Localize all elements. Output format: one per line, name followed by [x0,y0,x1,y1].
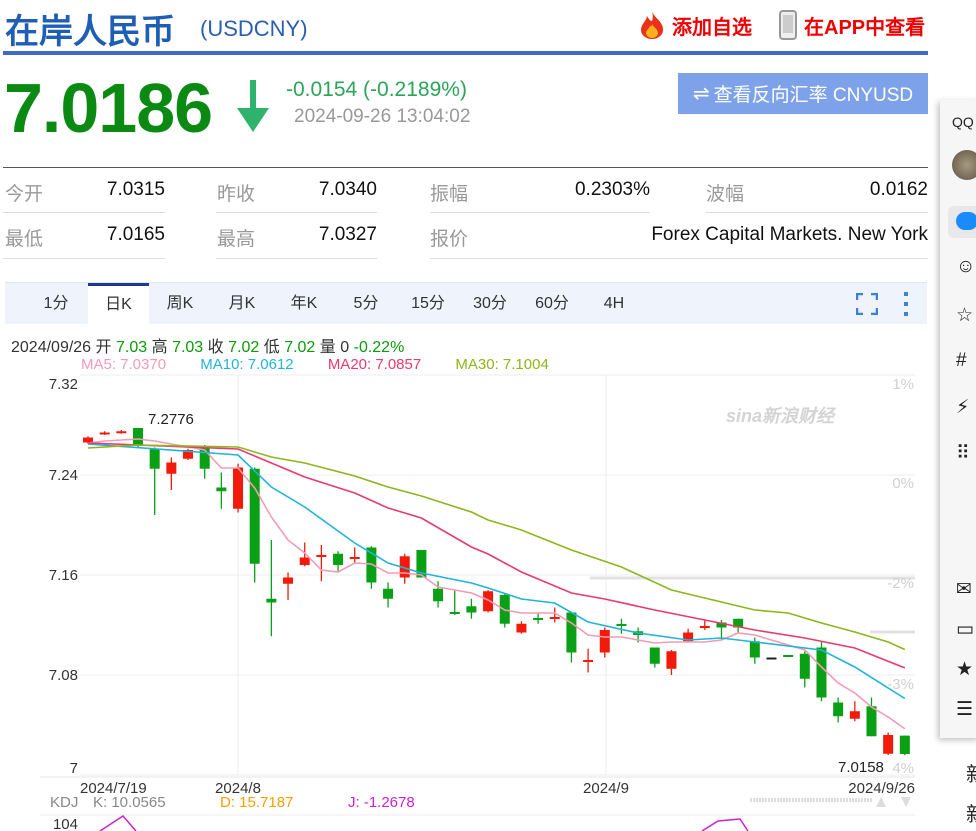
kline-chart[interactable]: sina新浪财经 7.32 7.24 7.16 7.08 7 1% 0% -2%… [0,0,930,831]
candle-body [699,626,710,628]
pct-tick: -2% [887,575,914,592]
candle-body [316,555,327,557]
candle-body [749,641,760,658]
bookmark-icon[interactable]: ★ [956,658,973,681]
candle-body [333,553,344,565]
kdj-k: K: 10.0565 [93,794,166,811]
candle-body [533,618,544,620]
candle-body [516,623,527,633]
candle-body [283,577,294,584]
kdj-axis-top: 104 [53,816,78,831]
ma5-line [87,438,906,730]
candle-body [899,735,910,754]
candle-body [149,448,160,469]
y-tick: 7 [70,760,78,777]
candle-body [383,588,394,599]
candle-body [866,706,877,737]
candle-body [466,606,477,613]
y-tick: 7.32 [49,376,78,393]
hashtag-icon[interactable]: # [956,350,967,372]
x-tick: 2024/9/26 [848,780,915,797]
mail-icon[interactable]: ✉ [956,578,972,601]
kdj-d: D: 15.7187 [220,794,293,811]
candle-body [266,598,277,603]
y-tick: 7.24 [49,467,78,484]
apps-icon[interactable]: ⠿ [956,442,970,465]
kdj-label: KDJ [50,794,78,811]
candle-body [99,432,110,435]
candle-body [799,653,810,679]
contacts-icon[interactable]: ☺ [956,256,975,278]
floating-sidebar: QQ ☺ ☆ # ⚡ ⠿ ✉ ▭ ★ ☰ [940,100,976,738]
candle-body [216,487,227,492]
ma20-line [87,442,906,669]
candle-body [233,467,244,509]
scroll-up-icon[interactable] [876,797,886,807]
candle-body [133,428,144,445]
min-annotation: 7.0158 [838,759,884,776]
kdj-j-line [99,815,137,831]
qq-icon[interactable]: QQ [952,114,974,130]
avatar[interactable] [952,150,976,180]
candle-body [599,630,610,653]
candle-body [583,660,594,662]
candle-body [666,651,677,669]
y-tick: 7.16 [49,567,78,584]
candle-body [349,557,360,559]
candle-body [649,647,660,664]
candle-body [766,657,777,660]
sina-watermark: sina新浪财经 [726,406,837,426]
candle-body [116,431,127,434]
chart-grid [40,374,915,778]
max-annotation: 7.2776 [148,411,194,428]
message-button[interactable] [948,206,976,238]
pct-tick: 4% [892,760,914,777]
pct-tick: 0% [892,475,914,492]
candle-body [566,612,577,653]
candle-body [549,617,560,619]
candle-body [833,702,844,717]
flash-icon[interactable]: ⚡ [956,396,969,419]
candle-body [299,557,310,565]
pct-tick: -3% [887,676,914,693]
y-tick: 7.08 [49,667,78,684]
candle-body [816,647,827,698]
candle-body [83,437,93,443]
candle-body [783,655,794,657]
candle-body [849,711,860,719]
candle-body [166,462,177,474]
candle-body [449,612,460,614]
folder-icon[interactable]: ▭ [956,618,974,641]
candle-body [433,588,444,602]
side-text: 新 [966,798,976,827]
ma30-line [87,444,906,651]
star-icon[interactable]: ☆ [956,304,973,327]
candle-body [616,624,627,626]
candle-body [883,735,894,754]
message-icon [956,212,976,230]
kdj-j-line [701,818,749,831]
kdj-j: J: -1.2678 [348,794,415,811]
x-tick: 2024/9 [583,780,629,797]
pct-tick: 1% [892,376,914,393]
menu-icon[interactable]: ☰ [956,698,973,721]
ma10-line [87,443,906,700]
side-text: 新 [966,758,976,787]
scroll-down-icon[interactable] [901,797,911,807]
